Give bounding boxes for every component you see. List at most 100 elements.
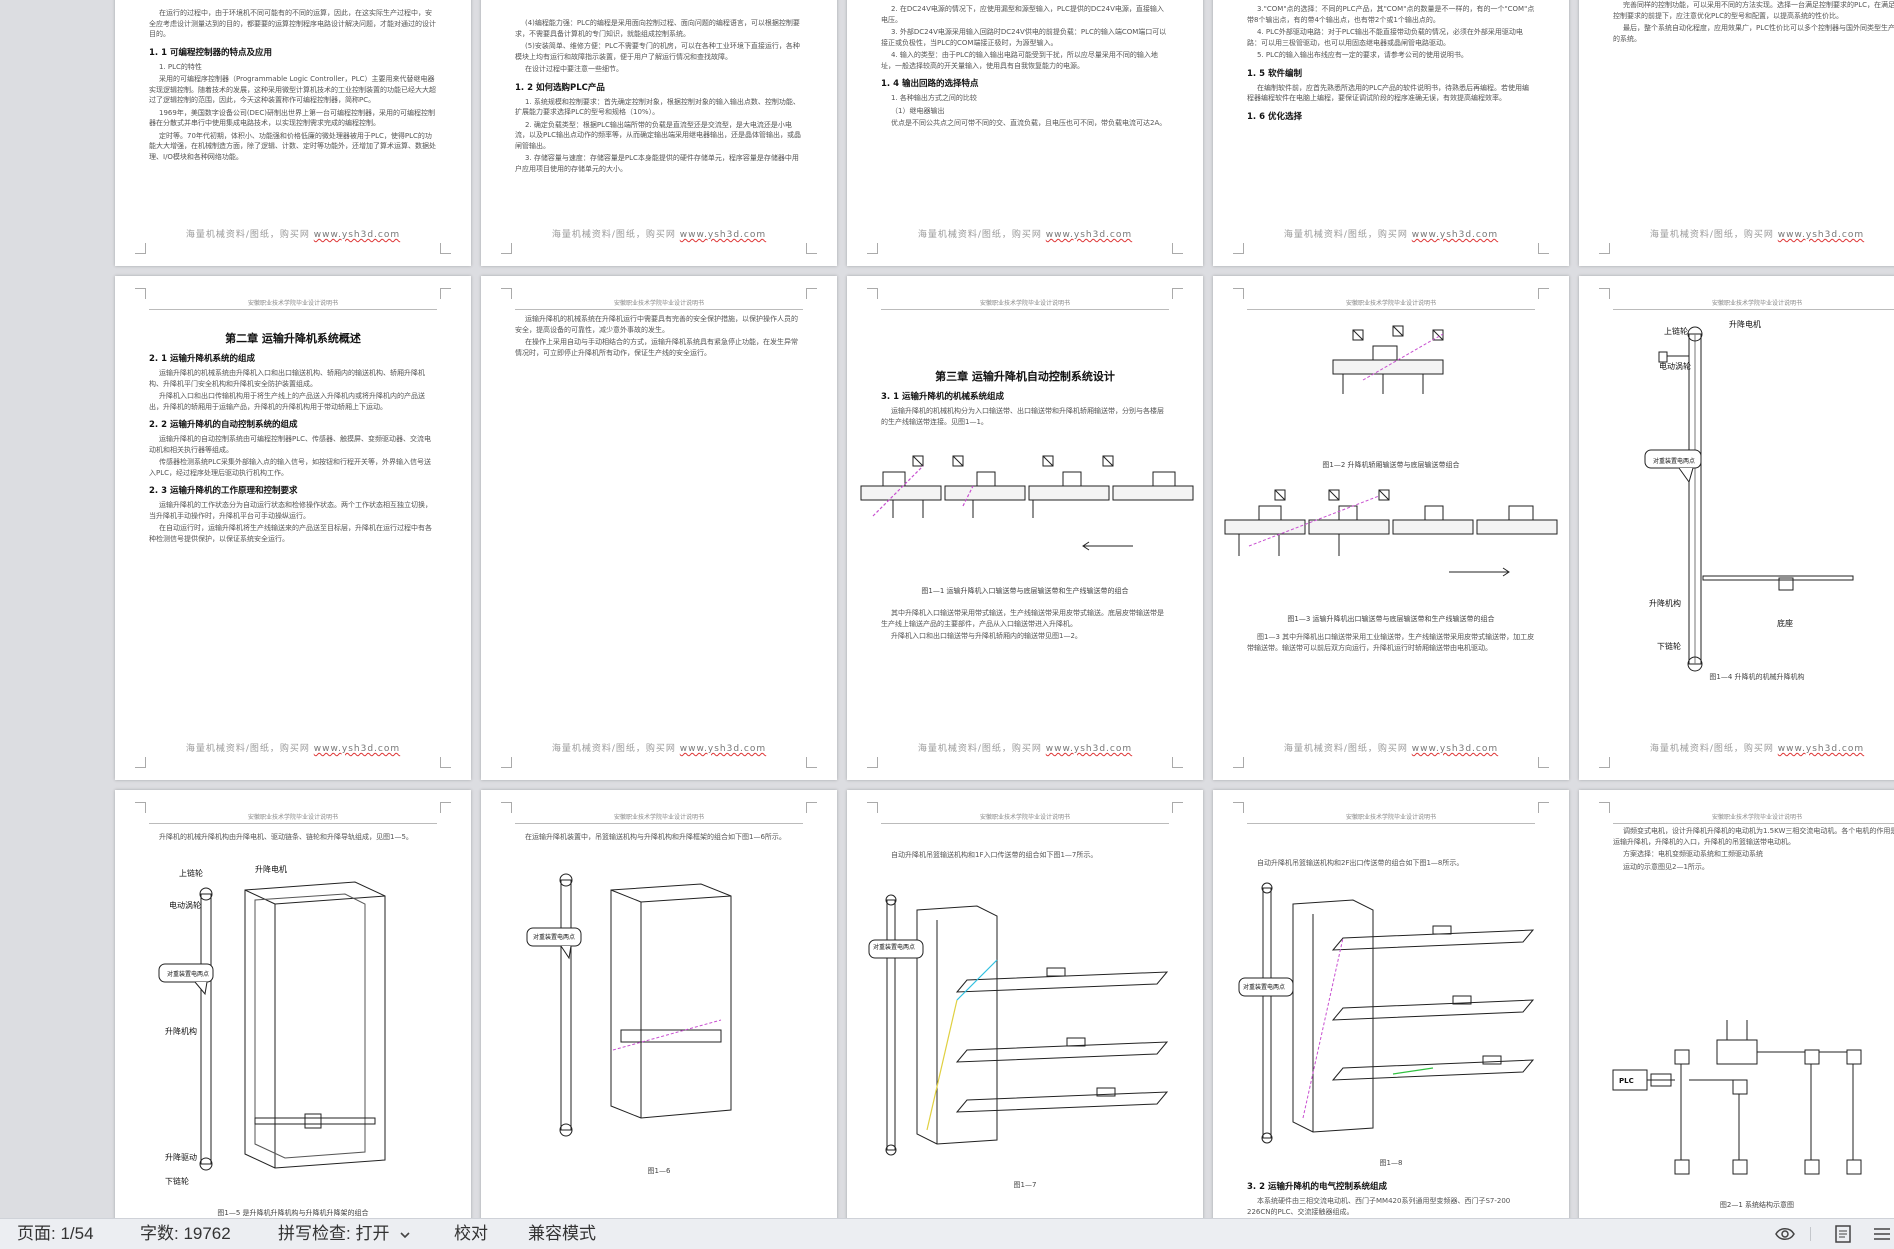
figure-caption: 图1—1 运输升降机入口输送带与底层输送带和生产线输送带的组合 xyxy=(921,587,1129,595)
page-14: 安徽职业技术学院毕业设计说明书 自动升降机吊篮输送机构和2F出口传送带的组合如下… xyxy=(1213,790,1569,1218)
page-3: 2. 在DC24V电源的情况下，应使用漏型和源型输入，PLC提供的DC24V电源… xyxy=(847,0,1203,266)
chevron-down-icon xyxy=(400,1231,410,1239)
list-view-icon[interactable] xyxy=(1870,1223,1894,1245)
section-heading: 1. 4 输出回路的选择特点 xyxy=(881,79,979,89)
plc-label: PLC xyxy=(1619,1077,1634,1085)
page-footer: 海量机械资料/图纸，购买网 www.ysh3d.com xyxy=(1649,744,1865,754)
figure-caption: 图1—4 升降机的机械升降机构 xyxy=(1709,673,1805,681)
page-footer: 海量机械资料/图纸，购买网 www.ysh3d.com xyxy=(1283,230,1499,240)
page-text: 其中升降机入口输送带采用带式输送，生产线输送带采用皮带式输送。底层皮带输送带是生… xyxy=(881,609,1164,628)
page-text: 调频变式电机，设计升降机升降机的电动机为1.5KW三相交流电动机。各个电机的作用… xyxy=(1613,827,1894,846)
page-12: 安徽职业技术学院毕业设计说明书 在运输升降机装置中，吊篮输送机构与升降机构和升降… xyxy=(481,790,837,1218)
section-heading: 2. 2 运输升降机的自动控制系统的组成 xyxy=(149,420,298,430)
page-footer: 海量机械资料/图纸，购买网 www.ysh3d.com xyxy=(185,230,401,240)
page-1: 在运行的过程中，由于环境机不同可能有的不同的运算，因此，在这实际生产过程中，安全… xyxy=(115,0,471,266)
page-text: (5)安装简单、维修方便：PLC不需要专门的机房，可以在各种工业环境下直接运行，… xyxy=(515,42,800,61)
page-footer: 海量机械资料/图纸，购买网 www.ysh3d.com xyxy=(1649,230,1865,240)
page-2: (4)编程能力强：PLC的编程是采用面向控制过程、面向问题的编程语言，可以根据控… xyxy=(481,0,837,266)
page-10: 安徽职业技术学院毕业设计说明书 上链轮 升降电机 电动涡轮 对重装置电两点 升降… xyxy=(1579,276,1894,780)
document-workspace[interactable]: 在运行的过程中，由于环境机不同可能有的不同的运算，因此，在这实际生产过程中，安全… xyxy=(0,0,1894,1218)
figure-caption: 图1—8 xyxy=(1379,1159,1403,1167)
page-text: 本系统硬件由三相交流电动机、西门子MM420系列通用型变频器、西门子S7-200… xyxy=(1247,1197,1511,1216)
diagram-label: 下链轮 xyxy=(165,1177,189,1186)
figure-caption: 图1—2 升降机轿厢输送带与底层输送带组合 xyxy=(1322,461,1460,469)
page-text: 在运输升降机装置中，吊篮输送机构与升降机构和升降框架的组合如下图1—6所示。 xyxy=(525,833,786,841)
proofread-button[interactable]: 校对 xyxy=(454,1223,488,1245)
word-count[interactable]: 字数: 19762 xyxy=(140,1223,231,1245)
page-text: 5. PLC的输入输出布线应有一定的要求，请参考公司的使用说明书。 xyxy=(1257,51,1468,59)
page-header: 安徽职业技术学院毕业设计说明书 xyxy=(1613,298,1894,310)
callout-label: 对重装置电两点 xyxy=(532,934,575,941)
page-text: 3. 存储容量与速度：存储容量是PLC本身能提供的硬件存储单元，程序容量是存储器… xyxy=(515,154,799,173)
page-text: 1. 系统规模和控制要求：首先确定控制对象，根据控制对象的输入输出点数、控制功能… xyxy=(515,97,800,117)
diagram-label: 上链轮 xyxy=(179,869,203,878)
figure-caption: 图1—3 运输升降机出口输送带与底层输送带和生产线输送带的组合 xyxy=(1287,615,1495,623)
page-header: 安徽职业技术学院毕业设计说明书 xyxy=(881,298,1169,310)
page-text: 运输升降机的机械系统在升降机运行中需要具有完善的安全保护措施，以保护操作人员的安… xyxy=(515,315,798,334)
page-13: 安徽职业技术学院毕业设计说明书 自动升降机吊篮输送机构和1F入口传送带的组合如下… xyxy=(847,790,1203,1218)
page-header: 安徽职业技术学院毕业设计说明书 xyxy=(1613,812,1894,824)
conveyor-diagram xyxy=(1332,325,1444,394)
diagram-label: 电动涡轮 xyxy=(169,901,201,910)
page-text: 在设计过程中要注意一些细节。 xyxy=(525,65,623,73)
lift-conveyor-diagram xyxy=(868,894,1169,1156)
conveyor-diagram xyxy=(1224,489,1558,577)
page-layout-icon[interactable] xyxy=(1832,1223,1854,1245)
page-text: (4)编程能力强：PLC的编程是采用面向控制过程、面向问题的编程语言，可以根据控… xyxy=(515,19,800,38)
page-header: 安徽职业技术学院毕业设计说明书 xyxy=(515,812,803,824)
callout-label: 对重装置电两点 xyxy=(872,944,915,951)
figure-caption: 图2—1 系统结构示意图 xyxy=(1719,1201,1795,1209)
page-indicator[interactable]: 页面: 1/54 xyxy=(17,1223,94,1245)
page-text: （1）继电器输出 xyxy=(891,106,945,115)
diagram-label: 上链轮 xyxy=(1664,327,1688,336)
page-header: 安徽职业技术学院毕业设计说明书 xyxy=(149,812,437,824)
page-text: 运动的示意图见2—1所示。 xyxy=(1623,862,1709,871)
diagram-label: 底座 xyxy=(1777,619,1793,628)
page-text: 运输升降机的机械系统由升降机入口和出口输送机构、轿厢内的输送机构、轿厢升降机构、… xyxy=(149,369,425,388)
page-text: 升降机的机械升降机构由升降电机、驱动链条、链轮和升降导轨组成，见图1—5。 xyxy=(159,833,413,841)
page-text: 运输升降机的机械机构分为入口输送带、出口输送带和升降机轿厢输送带，分别与各楼层的… xyxy=(881,407,1164,426)
page-footer: 海量机械资料/图纸，购买网 www.ysh3d.com xyxy=(551,230,767,240)
page-text: 2. 在DC24V电源的情况下，应使用漏型和源型输入，PLC提供的DC24V电源… xyxy=(881,5,1164,24)
page-text: 1969年，美国数字设备公司(DEC)研制出世界上第一台可编程控制器，采用的可编… xyxy=(149,108,435,128)
page-text: 3."COM"点的选择：不同的PLC产品，其"COM"点的数量是不一样的，有的一… xyxy=(1247,5,1535,24)
diagram-label: 电动涡轮 xyxy=(1659,362,1691,371)
page-header: 安徽职业技术学院毕业设计说明书 xyxy=(515,298,803,310)
status-bar: 页面: 1/54 字数: 19762 拼写检查: 打开 校对 兼容模式 xyxy=(0,1218,1894,1249)
figure-caption: 图1—6 xyxy=(647,1167,671,1175)
eye-icon[interactable] xyxy=(1774,1223,1796,1245)
section-heading: 1. 1 可编程控制器的特点及应用 xyxy=(149,47,272,58)
page-5: 完善同样的控制功能，可以采用不同的方法实现。选择一台满足控制要求的PLC，在满足… xyxy=(1579,0,1894,266)
page-text: 在运行的过程中，由于环境机不同可能有的不同的运算，因此，在这实际生产过程中，安全… xyxy=(149,9,436,38)
page-header: 安徽职业技术学院毕业设计说明书 xyxy=(1247,812,1535,824)
page-footer: 海量机械资料/图纸，购买网 www.ysh3d.com xyxy=(551,744,767,754)
section-heading: 1. 2 如何选购PLC产品 xyxy=(515,82,605,93)
spell-check-label: 拼写检查: 打开 xyxy=(278,1224,390,1243)
page-text: 运输升降机的自动控制系统由可编程控制器PLC、传感器、触摸屏、变频驱动器、交流电… xyxy=(149,435,432,454)
page-8: 安徽职业技术学院毕业设计说明书 第三章 运输升降机自动控制系统设计 3. 1 运… xyxy=(847,276,1203,780)
page-footer: 海量机械资料/图纸，购买网 www.ysh3d.com xyxy=(917,230,1133,240)
chapter-title: 第二章 运输升降机系统概述 xyxy=(225,332,361,345)
section-heading: 2. 1 运输升降机系统的组成 xyxy=(149,354,255,364)
compat-mode-button[interactable]: 兼容模式 xyxy=(528,1223,596,1245)
page-header: 安徽职业技术学院毕业设计说明书 xyxy=(149,298,437,310)
page-text: 4. 输入的类型：由于PLC的输入输出电路可能受到干扰，所以应尽量采用不同的输入… xyxy=(881,51,1158,70)
page-text: 在自动运行时，运输升降机将生产线输送来的产品送至目标层，升降机在运行过程中有各种… xyxy=(149,524,432,543)
page-header: 安徽职业技术学院毕业设计说明书 xyxy=(881,812,1169,824)
spell-check-toggle[interactable]: 拼写检查: 打开 xyxy=(278,1223,410,1245)
section-heading: 1. 5 软件编制 xyxy=(1247,68,1302,79)
page-7: 安徽职业技术学院毕业设计说明书 运输升降机的机械系统在升降机运行中需要具有完善的… xyxy=(481,276,837,780)
figure-caption: 图1—7 xyxy=(1013,1181,1037,1189)
page-text: 优点是不同公共点之间可带不同的交、直流负载，且电压也可不同，带负载电流可达2A。 xyxy=(891,119,1167,127)
diagram-label: 升降机构 xyxy=(165,1027,197,1036)
page-text: 完善同样的控制功能，可以采用不同的方法实现。选择一台满足控制要求的PLC，在满足… xyxy=(1613,1,1894,20)
page-text: 自动升降机吊篮输送机构和2F出口传送带的组合如下图1—8所示。 xyxy=(1257,859,1464,867)
page-text: 4. PLC外部驱动电路：对于PLC输出不能直接带动负载的情况，必须在外部采用驱… xyxy=(1247,28,1523,47)
page-text: 自动升降机吊篮输送机构和1F入口传送带的组合如下图1—7所示。 xyxy=(891,851,1098,859)
page-text: 运输升降机的工作状态分为自动运行状态和检修操作状态。两个工作状态相互独立切换，当… xyxy=(149,501,432,520)
page-text: 升降机入口和出口输送带与升降机轿厢内的输送带见图1—2。 xyxy=(891,632,1082,640)
page-text: 升降机入口和出口传输机构用于将生产线上的产品送入升降机内或将升降机内的产品送出，… xyxy=(149,392,425,411)
lift-frame-diagram xyxy=(526,873,732,1137)
callout-label: 对重装置电两点 xyxy=(1242,984,1285,991)
page-text: 1. PLC的特性 xyxy=(159,62,202,71)
